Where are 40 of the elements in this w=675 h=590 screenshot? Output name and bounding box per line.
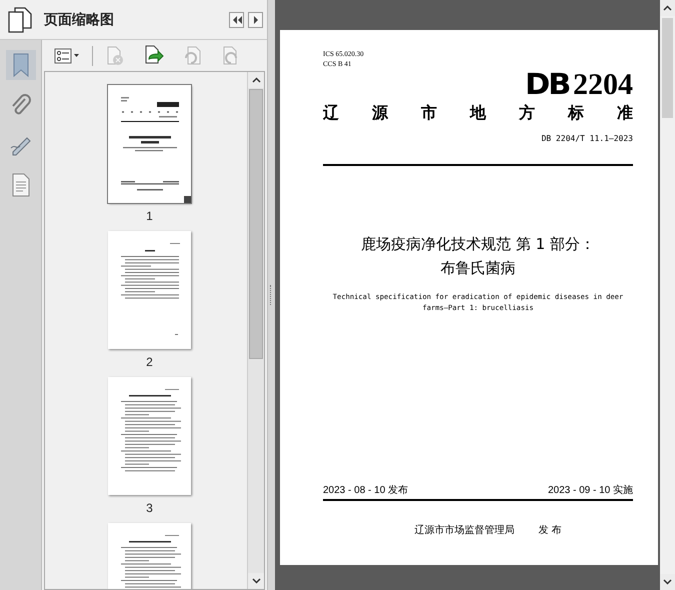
page-thumbnail[interactable] [108, 377, 191, 495]
collapse-button[interactable] [229, 12, 244, 28]
issue-date: 2023 - 08 - 10 发布 [323, 484, 408, 497]
page-number: 1 [146, 209, 153, 223]
splitter-handle[interactable] [268, 0, 275, 590]
page-thumbnail[interactable] [108, 85, 191, 203]
publisher: 辽源市市场监督管理局 [414, 524, 515, 537]
scrollbar-thumb[interactable] [249, 89, 263, 359]
scrollbar-thumb[interactable] [662, 18, 673, 118]
paperclip-icon [10, 93, 32, 117]
bookmark-tab[interactable] [6, 50, 36, 80]
bookmark-icon [10, 52, 30, 78]
standard-logo: DB [524, 67, 570, 101]
play-icon [252, 16, 258, 24]
rotate-left-icon [183, 46, 203, 66]
rewind-icon [232, 16, 242, 24]
standard-type: 辽源市地方标准 [323, 103, 633, 124]
page-thumbnail[interactable] [108, 231, 191, 349]
scroll-up-icon[interactable] [248, 72, 264, 88]
effective-date: 2023 - 09 - 10 实施 [548, 484, 633, 497]
document-title: 鹿场疫病净化技术规范 第 1 部分： [360, 234, 596, 255]
document-icon [10, 173, 30, 197]
publish-label: 发 布 [538, 524, 562, 537]
pages-icon [7, 6, 33, 34]
page-number: 2 [146, 355, 153, 369]
scroll-up-icon[interactable] [660, 0, 675, 16]
expand-button[interactable] [248, 12, 263, 28]
standard-number: DB 2204/T 11.1—2023 [540, 134, 633, 143]
options-icon [54, 48, 80, 64]
document-title: 布鲁氏菌病 [440, 258, 516, 279]
resize-handle[interactable] [184, 196, 191, 203]
page-insert-icon [143, 44, 165, 66]
scrollbar[interactable] [660, 0, 675, 590]
page-number: 3 [146, 501, 153, 515]
scrollbar[interactable] [247, 72, 264, 589]
scroll-down-icon[interactable] [248, 573, 264, 589]
region-code: 2204 [573, 68, 633, 102]
page-delete-icon [105, 46, 125, 66]
panel-title: 页面缩略图 [44, 10, 115, 28]
scroll-down-icon[interactable] [660, 574, 675, 590]
